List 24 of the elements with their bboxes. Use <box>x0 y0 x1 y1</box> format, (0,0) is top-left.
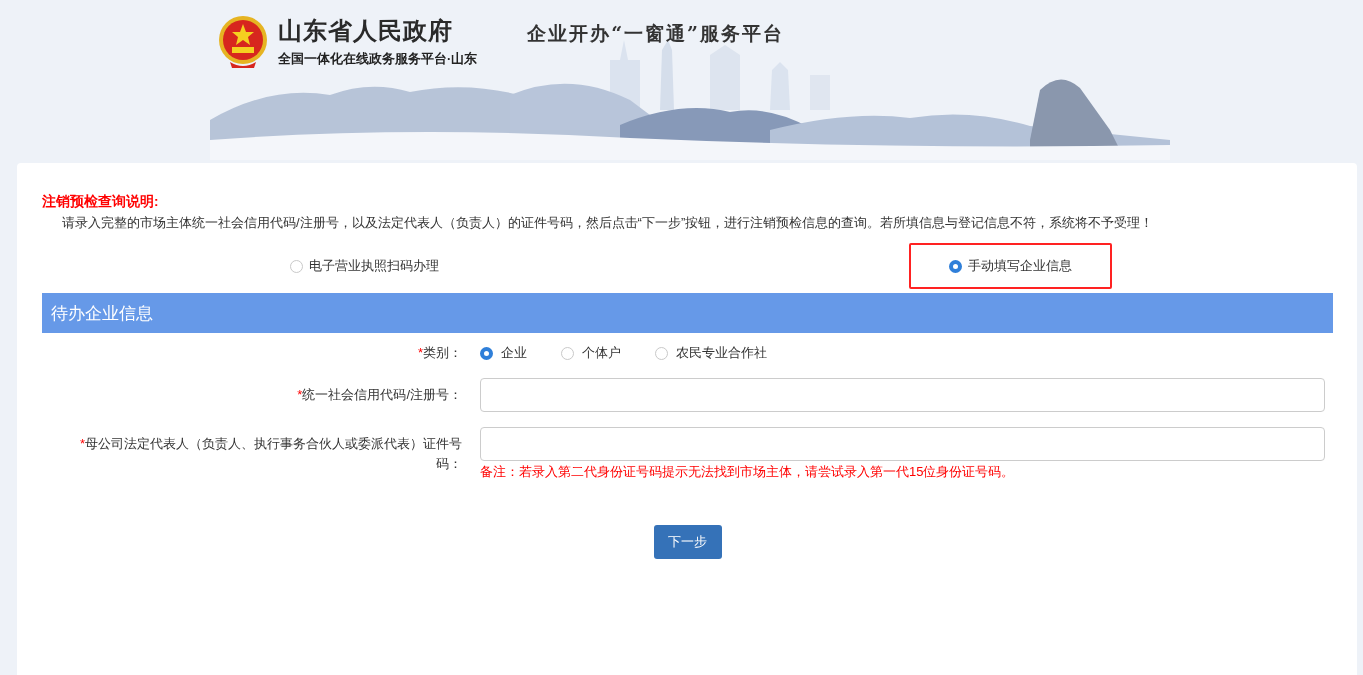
radio-label[interactable]: 企业 <box>501 344 527 362</box>
field-label: *统一社会信用代码/注册号： <box>297 387 462 402</box>
next-button[interactable]: 下一步 <box>653 525 722 559</box>
notice-text: 请录入完整的市场主体统一社会信用代码/注册号，以及法定代表人（负责人）的证件号码，然后点击“下一步”按钮，进行注销预检信息的查询。若所填信息与登记信息不符，系统将不予受理！ <box>61 214 1155 232</box>
field-label: *类别： <box>417 345 462 360</box>
radio-button[interactable] <box>948 259 962 273</box>
site-subtitle: 全国一体化在线政务服务平台·山东 <box>278 51 478 67</box>
radio-label[interactable]: 电子营业执照扫码办理 <box>309 257 440 275</box>
field-label: *母公司法定代表人（负责人、执行事务合伙人或委派代表）证件号码： <box>79 436 462 471</box>
emblem-icon <box>218 14 268 70</box>
site-name: 山东省人民政府 <box>278 17 454 45</box>
radio-label[interactable]: 农民专业合作社 <box>676 344 767 362</box>
radio-button[interactable] <box>290 259 304 273</box>
note-text: 备注：若录入第二代身份证号码提示无法找到市场主体，请尝试录入第一代15位身份证号码。 <box>480 464 1016 480</box>
section-header: 待办企业信息 <box>42 293 1333 333</box>
radio-label[interactable]: 手动填写企业信息 <box>967 257 1072 275</box>
input-field[interactable] <box>480 427 1325 461</box>
radio-button[interactable] <box>655 346 668 360</box>
radio-button[interactable] <box>480 346 493 360</box>
platform-title: 企业开办“一窗通”服务平台 <box>527 21 785 46</box>
input-field[interactable] <box>480 378 1325 412</box>
notice-title: 注销预检查询说明: <box>42 193 160 211</box>
radio-label[interactable]: 个体户 <box>582 344 621 362</box>
radio-button[interactable] <box>561 346 574 360</box>
